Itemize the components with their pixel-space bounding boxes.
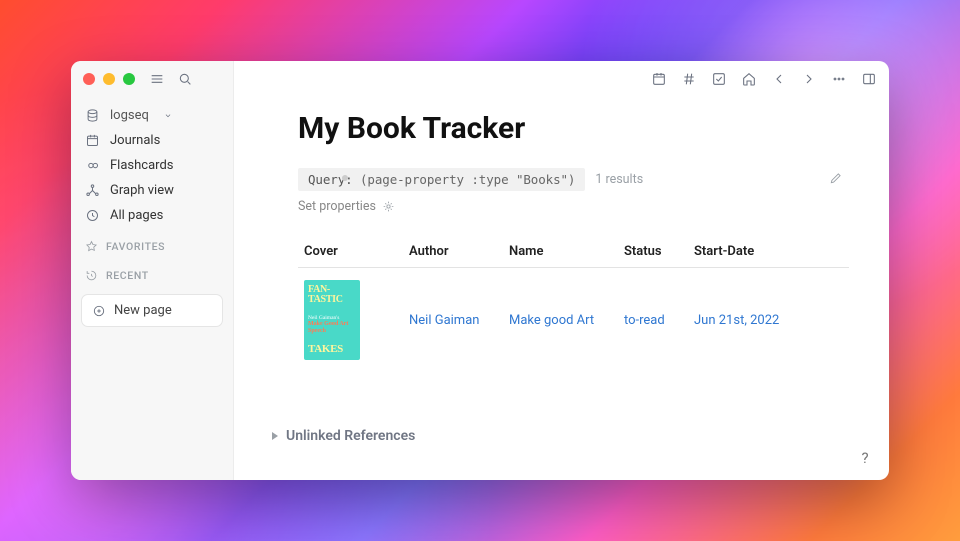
block-bullet[interactable] [342, 175, 348, 181]
table-header-row: Cover Author Name Status Start-Date [298, 236, 849, 268]
nav-forward-icon[interactable] [801, 71, 817, 87]
cover-text-top: FAN-TASTIC [308, 285, 356, 305]
sidebar-item-journals[interactable]: Journals [71, 128, 233, 153]
minimize-window[interactable] [103, 73, 115, 85]
sidebar: logseq Journals Flashcards Graph view Al… [71, 61, 234, 480]
sidebar-footer: New page [81, 294, 223, 327]
menu-icon[interactable] [149, 71, 165, 87]
favorites-section[interactable]: FAVORITES [71, 228, 233, 257]
set-properties-label: Set properties [298, 199, 376, 214]
sidebar-item-label: All pages [110, 208, 163, 223]
gear-icon [382, 200, 395, 213]
workspace-name: logseq [110, 108, 149, 123]
book-name-link[interactable]: Make good Art [509, 313, 594, 328]
expand-triangle-icon [272, 432, 278, 440]
sidebar-item-flashcards[interactable]: Flashcards [71, 153, 233, 178]
help-button[interactable]: ? [855, 448, 875, 468]
recent-section[interactable]: RECENT [71, 257, 233, 286]
window-controls [83, 73, 135, 85]
chevron-down-icon [163, 111, 173, 121]
edit-query-button[interactable] [829, 171, 849, 189]
col-name[interactable]: Name [503, 236, 618, 268]
status-link[interactable]: to-read [624, 313, 665, 328]
sidebar-item-label: Journals [110, 133, 160, 148]
star-icon [85, 240, 98, 253]
books-table: Cover Author Name Status Start-Date FAN-… [298, 236, 849, 372]
clock-icon [85, 208, 100, 223]
hash-icon[interactable] [681, 71, 697, 87]
col-cover[interactable]: Cover [298, 236, 403, 268]
new-page-button[interactable]: New page [82, 295, 222, 326]
app-window: logseq Journals Flashcards Graph view Al… [71, 61, 889, 480]
home-icon[interactable] [741, 71, 757, 87]
col-status[interactable]: Status [618, 236, 688, 268]
favorites-label: FAVORITES [106, 240, 165, 253]
graph-icon [85, 183, 100, 198]
unlinked-references[interactable]: Unlinked References [272, 428, 849, 444]
nav-back-icon[interactable] [771, 71, 787, 87]
col-start-date[interactable]: Start-Date [688, 236, 849, 268]
cover-text-bot: TAKES [308, 344, 356, 355]
sidebar-item-graph-view[interactable]: Graph view [71, 178, 233, 203]
right-panel-icon[interactable] [861, 71, 877, 87]
sidebar-item-label: Flashcards [110, 158, 174, 173]
page-title[interactable]: My Book Tracker [298, 111, 849, 146]
cover-text-mid: Neil Gaiman's Make Good Art Speech [308, 313, 356, 336]
checkbox-icon[interactable] [711, 71, 727, 87]
table-row[interactable]: FAN-TASTIC Neil Gaiman's Make Good Art S… [298, 268, 849, 373]
close-window[interactable] [83, 73, 95, 85]
search-icon[interactable] [177, 71, 193, 87]
titlebar [71, 61, 889, 97]
more-icon[interactable] [831, 71, 847, 87]
workspace-switcher[interactable]: logseq [71, 103, 233, 128]
recent-label: RECENT [106, 269, 149, 282]
calendar-icon[interactable] [651, 71, 667, 87]
infinity-icon [85, 158, 100, 173]
book-cover[interactable]: FAN-TASTIC Neil Gaiman's Make Good Art S… [304, 280, 360, 360]
plus-circle-icon [92, 304, 106, 318]
database-icon [85, 108, 100, 123]
unlinked-label: Unlinked References [286, 428, 415, 444]
main-content: My Book Tracker Query: (page-property :t… [234, 61, 889, 480]
new-page-label: New page [114, 303, 172, 318]
calendar-icon [85, 133, 100, 148]
start-date-link[interactable]: Jun 21st, 2022 [694, 313, 779, 328]
col-author[interactable]: Author [403, 236, 503, 268]
maximize-window[interactable] [123, 73, 135, 85]
history-icon [85, 269, 98, 282]
author-link[interactable]: Neil Gaiman [409, 313, 479, 328]
results-count: 1 results [595, 172, 643, 187]
query-pill: Query: (page-property :type "Books") [298, 168, 585, 191]
query-body: (page-property :type "Books") [360, 172, 575, 187]
sidebar-item-label: Graph view [110, 183, 174, 198]
sidebar-item-all-pages[interactable]: All pages [71, 203, 233, 228]
query-block[interactable]: Query: (page-property :type "Books") 1 r… [298, 168, 849, 191]
set-properties-button[interactable]: Set properties [298, 199, 849, 214]
